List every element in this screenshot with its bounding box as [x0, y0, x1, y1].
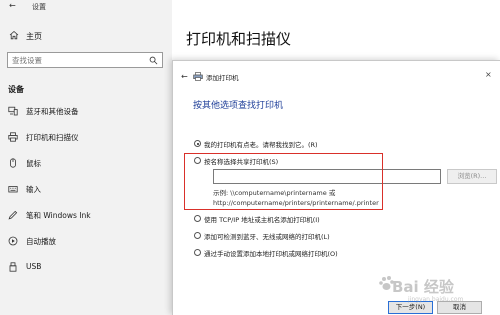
search-icon[interactable] [149, 56, 158, 65]
radio-button[interactable] [194, 157, 201, 164]
baidu-jingyan-watermark: Bai 经验 jingyan.baidu.com [378, 262, 496, 312]
screenshot-root: ← 设置 主页 设备 蓝牙和其他设备 [0, 0, 500, 315]
usb-icon [9, 262, 17, 272]
window-title: 设置 [32, 3, 46, 11]
home-label: 主页 [26, 32, 42, 41]
dialog-close-icon[interactable]: × [485, 70, 492, 79]
settings-sidebar: ← 设置 主页 设备 蓝牙和其他设备 [0, 0, 172, 315]
home-icon [9, 30, 19, 40]
sidebar-item-autoplay[interactable]: 自动播放 [0, 232, 172, 250]
radio-button[interactable] [194, 232, 201, 239]
autoplay-icon [8, 236, 18, 246]
radio-button[interactable] [194, 140, 201, 147]
sidebar-item-mouse[interactable]: 鼠标 [0, 154, 172, 172]
radio-label: 我的打印机有点老。请帮我找到它。(R) [204, 141, 318, 149]
title-bar: ← 设置 [0, 0, 172, 14]
dialog-heading: 按其他选项查找打印机 [193, 101, 284, 111]
sidebar-item-usb[interactable]: USB [0, 258, 172, 276]
mouse-icon [10, 158, 16, 168]
search-input[interactable] [12, 55, 142, 66]
printer-icon [8, 132, 18, 142]
sidebar-item-pen[interactable]: 笔和 Windows Ink [0, 206, 172, 224]
keyboard-icon [8, 186, 18, 193]
example-line-2: http://computername/printers/printername… [213, 199, 379, 207]
sidebar-item-home[interactable]: 主页 [0, 28, 172, 44]
radio-button[interactable] [194, 215, 201, 222]
search-box[interactable] [7, 52, 163, 68]
radio-label: 按名称选择共享打印机(S) [204, 158, 279, 166]
sidebar-item-label: 自动播放 [26, 237, 56, 246]
sidebar-item-label: 笔和 Windows Ink [26, 211, 91, 220]
sidebar-item-label: 鼠标 [26, 159, 41, 168]
section-title-devices: 设备 [8, 85, 24, 94]
sidebar-item-printers[interactable]: 打印机和扫描仪 [0, 128, 172, 146]
example-line-1: 示例: \\computername\printername 或 [213, 189, 336, 197]
sidebar-item-label: 蓝牙和其他设备 [26, 107, 79, 116]
pen-icon [8, 210, 18, 220]
example-text: 示例: \\computername\printername 或 http://… [213, 188, 379, 208]
radio-label: 使用 TCP/IP 地址或主机名添加打印机(I) [204, 216, 320, 224]
sidebar-item-label: 输入 [26, 185, 41, 194]
browse-button[interactable]: 浏览(R)... [447, 169, 497, 184]
shared-printer-name-input[interactable] [213, 169, 441, 184]
radio-label: 通过手动设置添加本地打印机或网络打印机(O) [204, 250, 338, 258]
bluetooth-devices-icon [8, 106, 18, 116]
watermark-text: Bai 经验 [392, 278, 454, 296]
dialog-title: 添加打印机 [206, 74, 239, 82]
radio-button[interactable] [194, 249, 201, 256]
sidebar-item-label: 打印机和扫描仪 [26, 133, 79, 142]
sidebar-item-bluetooth[interactable]: 蓝牙和其他设备 [0, 102, 172, 120]
dialog-back-arrow-icon[interactable]: ← [181, 72, 188, 81]
sidebar-item-input[interactable]: 输入 [0, 180, 172, 198]
sidebar-item-label: USB [26, 262, 42, 271]
watermark-url: jingyan.baidu.com [408, 296, 464, 303]
page-title: 打印机和扫描仪 [186, 30, 292, 48]
radio-label: 添加可检测到蓝牙、无线或网络的打印机(L) [204, 233, 330, 241]
dialog-printer-icon [193, 72, 203, 81]
back-arrow-icon[interactable]: ← [9, 1, 16, 10]
